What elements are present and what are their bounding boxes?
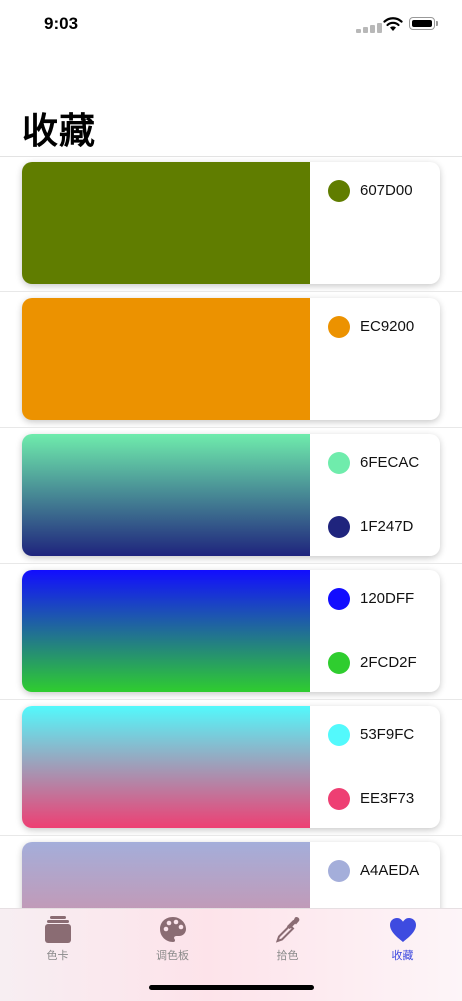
battery-icon	[409, 17, 435, 30]
color-dot	[328, 652, 350, 674]
favorite-card-row: EC9200	[0, 292, 462, 428]
color-hex-label: 120DFF	[360, 590, 415, 607]
color-dot	[328, 180, 350, 202]
cellular-signal-icon	[356, 21, 384, 33]
color-hex-label: EE3F73	[360, 790, 415, 807]
color-hex-label: 1F247D	[360, 518, 414, 535]
color-dot	[328, 316, 350, 338]
favorite-card[interactable]: EC9200	[22, 298, 440, 420]
gradient-swatch	[22, 434, 310, 556]
favorite-card-row: A4AEDA	[0, 836, 462, 908]
gradient-swatch	[22, 570, 310, 692]
gradient-swatch	[22, 298, 310, 420]
page-title: 收藏	[22, 111, 97, 152]
favorite-card-row: 53F9FC EE3F73	[0, 700, 462, 836]
color-dot	[328, 516, 350, 538]
color-hex-label: 53F9FC	[360, 726, 415, 743]
favorite-card[interactable]: 120DFF 2FCD2F	[22, 570, 440, 692]
card-stack-icon	[45, 916, 71, 943]
color-hex-label: A4AEDA	[360, 862, 420, 879]
gradient-swatch	[22, 162, 310, 284]
favorites-list[interactable]: 607D00 EC9200 6FECAC 1F247D 120DFF 2FCD2F 53F9…	[0, 156, 462, 908]
color-dot	[328, 452, 350, 474]
tab-label-palette: 调色板	[156, 949, 189, 962]
favorite-card[interactable]: 6FECAC 1F247D	[22, 434, 440, 556]
tab-palette[interactable]: 调色板	[115, 909, 230, 969]
status-time: 9:03	[44, 14, 79, 33]
color-chip[interactable]: A4AEDA	[328, 856, 440, 886]
color-hex-label: 2FCD2F	[360, 654, 417, 671]
favorite-card[interactable]: A4AEDA	[22, 842, 440, 908]
color-dot	[328, 860, 350, 882]
tab-color-picker[interactable]: 拾色	[230, 909, 345, 969]
favorite-card-row: 607D00	[0, 156, 462, 292]
favorite-card[interactable]: 607D00	[22, 162, 440, 284]
battery-cap	[436, 21, 438, 26]
tab-favorites[interactable]: 收藏	[345, 909, 460, 969]
gradient-swatch	[22, 706, 310, 828]
color-dot	[328, 788, 350, 810]
color-dot	[328, 724, 350, 746]
color-chip[interactable]: 1F247D	[328, 512, 440, 542]
color-hex-label: 6FECAC	[360, 454, 420, 471]
color-chip[interactable]: EE3F73	[328, 784, 440, 814]
eyedropper-icon	[275, 916, 300, 943]
color-chip[interactable]: EC9200	[328, 312, 440, 342]
color-chip[interactable]: 53F9FC	[328, 720, 440, 750]
color-chip[interactable]: 2FCD2F	[328, 648, 440, 678]
wifi-icon	[383, 17, 403, 31]
gradient-swatch	[22, 842, 310, 908]
tab-color-cards[interactable]: 色卡	[0, 909, 115, 969]
color-dot	[328, 588, 350, 610]
favorite-card-row: 6FECAC 1F247D	[0, 428, 462, 564]
color-chip[interactable]: 120DFF	[328, 584, 440, 614]
favorite-card[interactable]: 53F9FC EE3F73	[22, 706, 440, 828]
color-chip[interactable]: 607D00	[328, 176, 440, 206]
color-chip[interactable]: 6FECAC	[328, 448, 440, 478]
tab-label-color-picker: 拾色	[276, 949, 299, 962]
color-hex-label: EC9200	[360, 318, 415, 335]
status-bar: 9:03	[0, 0, 462, 50]
favorite-card-row: 120DFF 2FCD2F	[0, 564, 462, 700]
palette-icon	[160, 917, 186, 942]
tab-label-color-cards: 色卡	[46, 949, 69, 962]
tab-label-favorites: 收藏	[391, 949, 414, 962]
heart-icon	[390, 918, 416, 942]
home-indicator	[149, 985, 314, 990]
color-hex-label: 607D00	[360, 182, 413, 199]
